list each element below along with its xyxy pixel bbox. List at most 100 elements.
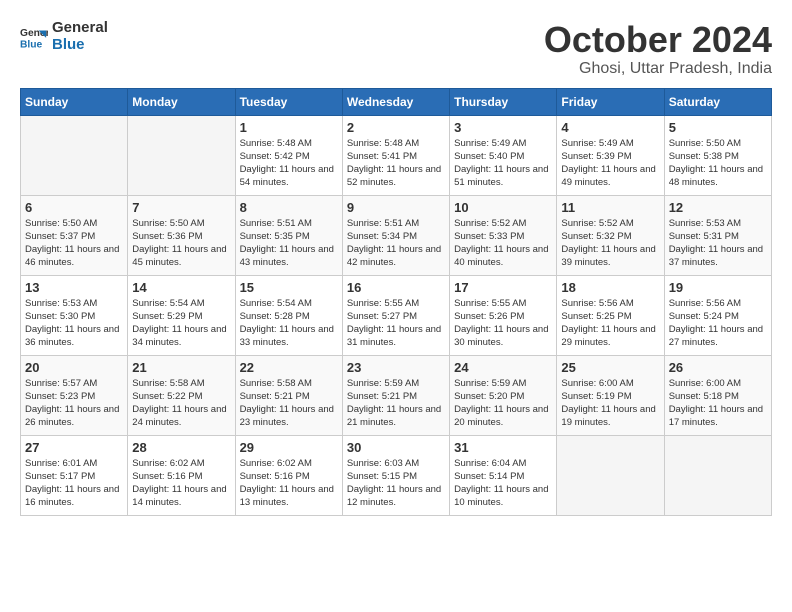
calendar-cell: 25 Sunrise: 6:00 AM Sunset: 5:19 PM Dayli… (557, 355, 664, 435)
day-number: 9 (347, 200, 445, 215)
day-info: Sunrise: 6:04 AM Sunset: 5:14 PM Dayligh… (454, 457, 552, 510)
calendar-cell: 10 Sunrise: 5:52 AM Sunset: 5:33 PM Dayli… (450, 195, 557, 275)
calendar-cell: 23 Sunrise: 5:59 AM Sunset: 5:21 PM Dayli… (342, 355, 449, 435)
day-info: Sunrise: 6:02 AM Sunset: 5:16 PM Dayligh… (240, 457, 338, 510)
day-info: Sunrise: 5:56 AM Sunset: 5:24 PM Dayligh… (669, 297, 767, 350)
day-info: Sunrise: 6:01 AM Sunset: 5:17 PM Dayligh… (25, 457, 123, 510)
logo-text-blue: Blue (52, 37, 108, 54)
day-info: Sunrise: 6:00 AM Sunset: 5:18 PM Dayligh… (669, 377, 767, 430)
day-number: 6 (25, 200, 123, 215)
calendar-cell: 17 Sunrise: 5:55 AM Sunset: 5:26 PM Dayli… (450, 275, 557, 355)
day-number: 27 (25, 440, 123, 455)
header-sunday: Sunday (21, 88, 128, 115)
day-number: 18 (561, 280, 659, 295)
calendar-cell: 5 Sunrise: 5:50 AM Sunset: 5:38 PM Daylig… (664, 115, 771, 195)
calendar-cell: 14 Sunrise: 5:54 AM Sunset: 5:29 PM Dayli… (128, 275, 235, 355)
calendar-cell: 16 Sunrise: 5:55 AM Sunset: 5:27 PM Dayli… (342, 275, 449, 355)
day-info: Sunrise: 5:59 AM Sunset: 5:21 PM Dayligh… (347, 377, 445, 430)
day-info: Sunrise: 5:51 AM Sunset: 5:34 PM Dayligh… (347, 217, 445, 270)
day-number: 5 (669, 120, 767, 135)
header-thursday: Thursday (450, 88, 557, 115)
calendar-header-row: SundayMondayTuesdayWednesdayThursdayFrid… (21, 88, 772, 115)
day-info: Sunrise: 5:58 AM Sunset: 5:22 PM Dayligh… (132, 377, 230, 430)
day-info: Sunrise: 5:55 AM Sunset: 5:27 PM Dayligh… (347, 297, 445, 350)
day-number: 11 (561, 200, 659, 215)
calendar-cell: 2 Sunrise: 5:48 AM Sunset: 5:41 PM Daylig… (342, 115, 449, 195)
day-number: 13 (25, 280, 123, 295)
header: General Blue General Blue October 2024 G… (20, 20, 772, 78)
day-info: Sunrise: 5:52 AM Sunset: 5:33 PM Dayligh… (454, 217, 552, 270)
svg-text:Blue: Blue (20, 39, 43, 50)
calendar-cell (664, 435, 771, 515)
day-info: Sunrise: 5:50 AM Sunset: 5:36 PM Dayligh… (132, 217, 230, 270)
calendar-cell: 28 Sunrise: 6:02 AM Sunset: 5:16 PM Dayli… (128, 435, 235, 515)
calendar-cell: 6 Sunrise: 5:50 AM Sunset: 5:37 PM Daylig… (21, 195, 128, 275)
calendar-cell: 19 Sunrise: 5:56 AM Sunset: 5:24 PM Dayli… (664, 275, 771, 355)
day-info: Sunrise: 5:48 AM Sunset: 5:41 PM Dayligh… (347, 137, 445, 190)
calendar-cell: 24Sunrise: 5:59 AM Sunset: 5:20 PM Dayli… (450, 355, 557, 435)
calendar-cell: 18 Sunrise: 5:56 AM Sunset: 5:25 PM Dayli… (557, 275, 664, 355)
header-tuesday: Tuesday (235, 88, 342, 115)
calendar-cell (128, 115, 235, 195)
day-info: Sunrise: 5:53 AM Sunset: 5:31 PM Dayligh… (669, 217, 767, 270)
calendar-cell: 22Sunrise: 5:58 AM Sunset: 5:21 PM Dayli… (235, 355, 342, 435)
calendar-week-row: 27 Sunrise: 6:01 AM Sunset: 5:17 PM Dayli… (21, 435, 772, 515)
day-number: 25 (561, 360, 659, 375)
day-info: Sunrise: 5:57 AM Sunset: 5:23 PM Dayligh… (25, 377, 123, 430)
logo-text-general: General (52, 20, 108, 37)
day-number: 10 (454, 200, 552, 215)
calendar-cell: 13 Sunrise: 5:53 AM Sunset: 5:30 PM Dayli… (21, 275, 128, 355)
header-friday: Friday (557, 88, 664, 115)
calendar-week-row: 1Sunrise: 5:48 AM Sunset: 5:42 PM Daylig… (21, 115, 772, 195)
calendar-week-row: 13 Sunrise: 5:53 AM Sunset: 5:30 PM Dayli… (21, 275, 772, 355)
day-info: Sunrise: 5:49 AM Sunset: 5:40 PM Dayligh… (454, 137, 552, 190)
calendar-cell: 20 Sunrise: 5:57 AM Sunset: 5:23 PM Dayli… (21, 355, 128, 435)
calendar-cell: 11 Sunrise: 5:52 AM Sunset: 5:32 PM Dayli… (557, 195, 664, 275)
day-number: 2 (347, 120, 445, 135)
calendar-cell: 12Sunrise: 5:53 AM Sunset: 5:31 PM Dayli… (664, 195, 771, 275)
day-number: 14 (132, 280, 230, 295)
day-number: 4 (561, 120, 659, 135)
day-info: Sunrise: 5:50 AM Sunset: 5:38 PM Dayligh… (669, 137, 767, 190)
calendar-subtitle: Ghosi, Uttar Pradesh, India (544, 60, 772, 78)
day-number: 20 (25, 360, 123, 375)
day-info: Sunrise: 5:50 AM Sunset: 5:37 PM Dayligh… (25, 217, 123, 270)
header-monday: Monday (128, 88, 235, 115)
day-number: 16 (347, 280, 445, 295)
day-info: Sunrise: 5:58 AM Sunset: 5:21 PM Dayligh… (240, 377, 338, 430)
day-number: 1 (240, 120, 338, 135)
day-number: 17 (454, 280, 552, 295)
day-number: 3 (454, 120, 552, 135)
day-info: Sunrise: 5:53 AM Sunset: 5:30 PM Dayligh… (25, 297, 123, 350)
day-info: Sunrise: 6:00 AM Sunset: 5:19 PM Dayligh… (561, 377, 659, 430)
day-info: Sunrise: 5:52 AM Sunset: 5:32 PM Dayligh… (561, 217, 659, 270)
day-info: Sunrise: 5:56 AM Sunset: 5:25 PM Dayligh… (561, 297, 659, 350)
calendar-title: October 2024 (544, 20, 772, 60)
day-info: Sunrise: 5:54 AM Sunset: 5:28 PM Dayligh… (240, 297, 338, 350)
calendar-cell: 9 Sunrise: 5:51 AM Sunset: 5:34 PM Daylig… (342, 195, 449, 275)
day-number: 31 (454, 440, 552, 455)
logo: General Blue General Blue (20, 20, 108, 53)
calendar-cell: 26 Sunrise: 6:00 AM Sunset: 5:18 PM Dayli… (664, 355, 771, 435)
day-number: 15 (240, 280, 338, 295)
day-info: Sunrise: 5:54 AM Sunset: 5:29 PM Dayligh… (132, 297, 230, 350)
day-number: 19 (669, 280, 767, 295)
calendar-cell: 7Sunrise: 5:50 AM Sunset: 5:36 PM Daylig… (128, 195, 235, 275)
day-info: Sunrise: 6:02 AM Sunset: 5:16 PM Dayligh… (132, 457, 230, 510)
day-number: 23 (347, 360, 445, 375)
calendar-cell: 27 Sunrise: 6:01 AM Sunset: 5:17 PM Dayli… (21, 435, 128, 515)
calendar-week-row: 6 Sunrise: 5:50 AM Sunset: 5:37 PM Daylig… (21, 195, 772, 275)
calendar-cell: 3 Sunrise: 5:49 AM Sunset: 5:40 PM Daylig… (450, 115, 557, 195)
title-area: October 2024 Ghosi, Uttar Pradesh, India (544, 20, 772, 78)
calendar-cell: 15 Sunrise: 5:54 AM Sunset: 5:28 PM Dayli… (235, 275, 342, 355)
calendar-cell: 29Sunrise: 6:02 AM Sunset: 5:16 PM Dayli… (235, 435, 342, 515)
day-number: 8 (240, 200, 338, 215)
calendar-cell: 4Sunrise: 5:49 AM Sunset: 5:39 PM Daylig… (557, 115, 664, 195)
day-number: 26 (669, 360, 767, 375)
calendar-cell: 30Sunrise: 6:03 AM Sunset: 5:15 PM Dayli… (342, 435, 449, 515)
calendar-cell (21, 115, 128, 195)
day-number: 28 (132, 440, 230, 455)
calendar-cell (557, 435, 664, 515)
day-info: Sunrise: 5:55 AM Sunset: 5:26 PM Dayligh… (454, 297, 552, 350)
header-wednesday: Wednesday (342, 88, 449, 115)
